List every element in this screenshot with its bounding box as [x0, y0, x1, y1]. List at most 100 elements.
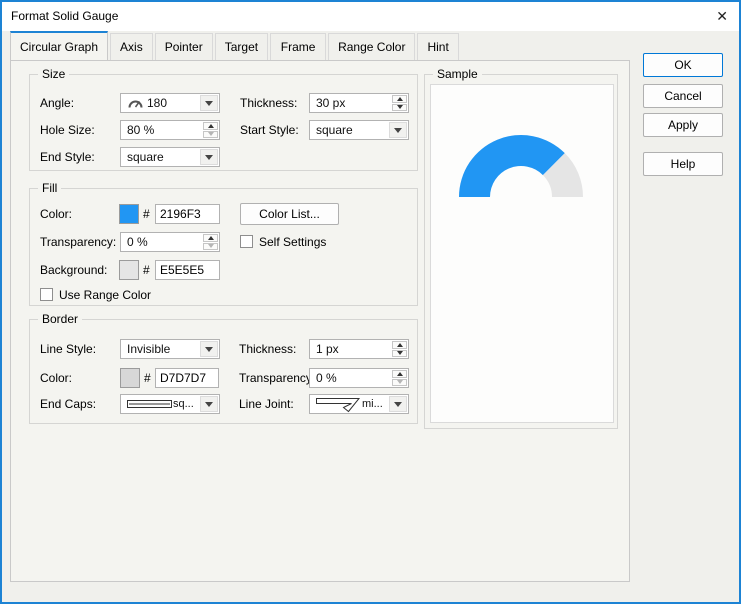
tab-pointer[interactable]: Pointer — [154, 33, 213, 60]
spin-down-button[interactable] — [392, 103, 407, 111]
start-style-label: Start Style: — [240, 123, 299, 137]
tab-target[interactable]: Target — [214, 33, 269, 60]
hash-sign: # — [143, 263, 150, 277]
line-joint-dropdown[interactable]: mi... — [309, 394, 409, 414]
line-joint-label: Line Joint: — [239, 397, 294, 411]
spin-up-button[interactable] — [392, 370, 407, 378]
border-color-label: Color: — [40, 371, 73, 385]
self-settings-checkbox[interactable] — [240, 235, 253, 248]
line-style-value: Invisible — [127, 342, 171, 356]
spin-up-icon — [396, 96, 403, 101]
dropdown-arrow-icon — [394, 127, 402, 133]
tab-hint[interactable]: Hint — [417, 33, 459, 60]
dropdown-arrow-icon — [205, 100, 213, 106]
background-color-swatch[interactable] — [119, 260, 139, 280]
gauge-angle-icon — [128, 100, 143, 108]
fill-color-hex-input[interactable] — [156, 205, 219, 223]
close-icon[interactable]: ✕ — [716, 7, 728, 25]
fill-transparency-label: Transparency: — [40, 235, 117, 249]
size-group: Size Angle: 180 Thickness: 30 px Hole Si… — [29, 67, 418, 171]
spin-down-icon — [396, 105, 403, 110]
tab-panel: Size Angle: 180 Thickness: 30 px Hole Si… — [10, 60, 630, 582]
start-style-dropdown-button[interactable] — [389, 122, 407, 138]
dropdown-arrow-icon — [205, 401, 213, 407]
ok-button[interactable]: OK — [643, 53, 723, 77]
help-button[interactable]: Help — [643, 152, 723, 176]
spin-up-button[interactable] — [203, 234, 218, 242]
fill-group-title: Fill — [38, 181, 62, 195]
spin-down-icon — [396, 351, 403, 356]
border-transparency-spinner[interactable]: 0 % — [309, 368, 409, 388]
thickness-label: Thickness: — [240, 96, 298, 110]
tab-circular-graph[interactable]: Circular Graph — [10, 31, 109, 60]
square-cap-icon — [127, 400, 172, 408]
fill-transparency-value: 0 % — [127, 235, 148, 249]
fill-color-hex-field[interactable] — [155, 204, 220, 224]
end-style-dropdown[interactable]: square — [120, 147, 220, 167]
end-caps-dropdown-button[interactable] — [200, 396, 218, 412]
border-transparency-value: 0 % — [316, 371, 337, 385]
sample-preview-area — [430, 84, 614, 423]
color-list-button[interactable]: Color List... — [240, 203, 339, 225]
border-transparency-label: Transparency: — [239, 371, 316, 385]
end-style-label: End Style: — [40, 150, 95, 164]
background-hex-input[interactable] — [156, 261, 219, 279]
angle-dropdown-button[interactable] — [200, 95, 218, 111]
line-style-dropdown[interactable]: Invisible — [120, 339, 220, 359]
use-range-color-checkbox[interactable] — [40, 288, 53, 301]
dropdown-arrow-icon — [394, 401, 402, 407]
thickness-spinner[interactable]: 30 px — [309, 93, 409, 113]
border-color-swatch[interactable] — [120, 368, 140, 388]
angle-label: Angle: — [40, 96, 75, 110]
border-color-hex-input[interactable] — [156, 369, 218, 387]
hash-sign: # — [144, 371, 151, 385]
tab-range-color[interactable]: Range Color — [328, 33, 416, 60]
border-thickness-spinner[interactable]: 1 px — [309, 339, 409, 359]
border-thickness-label: Thickness: — [239, 342, 297, 356]
hash-sign: # — [143, 207, 150, 221]
miter-joint-icon — [316, 397, 361, 412]
spin-down-button[interactable] — [203, 130, 218, 138]
spin-up-button[interactable] — [203, 122, 218, 130]
hole-size-value: 80 % — [127, 123, 155, 137]
border-thickness-value: 1 px — [316, 342, 339, 356]
spin-down-icon — [396, 380, 403, 385]
line-joint-dropdown-button[interactable] — [389, 396, 407, 412]
spin-up-button[interactable] — [392, 341, 407, 349]
end-style-value: square — [127, 150, 164, 164]
hole-size-label: Hole Size: — [40, 123, 95, 137]
spin-down-icon — [207, 244, 214, 249]
line-style-dropdown-button[interactable] — [200, 341, 218, 357]
dropdown-arrow-icon — [205, 346, 213, 352]
dialog-title: Format Solid Gauge — [11, 9, 119, 23]
spin-down-button[interactable] — [203, 242, 218, 250]
tab-bar: Circular Graph Axis Pointer Target Frame Rang… — [10, 31, 461, 60]
angle-dropdown[interactable]: 180 — [120, 93, 220, 113]
start-style-dropdown[interactable]: square — [309, 120, 409, 140]
tab-frame[interactable]: Frame — [270, 33, 327, 60]
hole-size-spinner[interactable]: 80 % — [120, 120, 220, 140]
line-style-label: Line Style: — [40, 342, 97, 356]
spin-up-button[interactable] — [392, 95, 407, 103]
fill-color-swatch[interactable] — [119, 204, 139, 224]
fill-group: Fill Color: # Color List... Transparency… — [29, 181, 418, 306]
border-color-hex-field[interactable] — [155, 368, 219, 388]
spin-down-button[interactable] — [392, 349, 407, 357]
background-hex-field[interactable] — [155, 260, 220, 280]
start-style-value: square — [316, 123, 353, 137]
sample-group-title: Sample — [433, 67, 482, 81]
thickness-value: 30 px — [316, 96, 346, 110]
spin-up-icon — [207, 235, 214, 240]
end-style-dropdown-button[interactable] — [200, 149, 218, 165]
solid-gauge-preview — [459, 135, 583, 197]
spin-down-button[interactable] — [392, 378, 407, 386]
format-solid-gauge-dialog: Format Solid Gauge ✕ Circular Graph Axis P… — [0, 0, 741, 604]
border-group: Border Line Style: Invisible Thickness: … — [29, 312, 418, 424]
tab-axis[interactable]: Axis — [110, 33, 153, 60]
apply-button[interactable]: Apply — [643, 113, 723, 137]
spin-down-icon — [207, 132, 214, 137]
fill-transparency-spinner[interactable]: 0 % — [120, 232, 220, 252]
size-group-title: Size — [38, 67, 70, 81]
end-caps-dropdown[interactable]: sq... — [120, 394, 220, 414]
cancel-button[interactable]: Cancel — [643, 84, 723, 108]
